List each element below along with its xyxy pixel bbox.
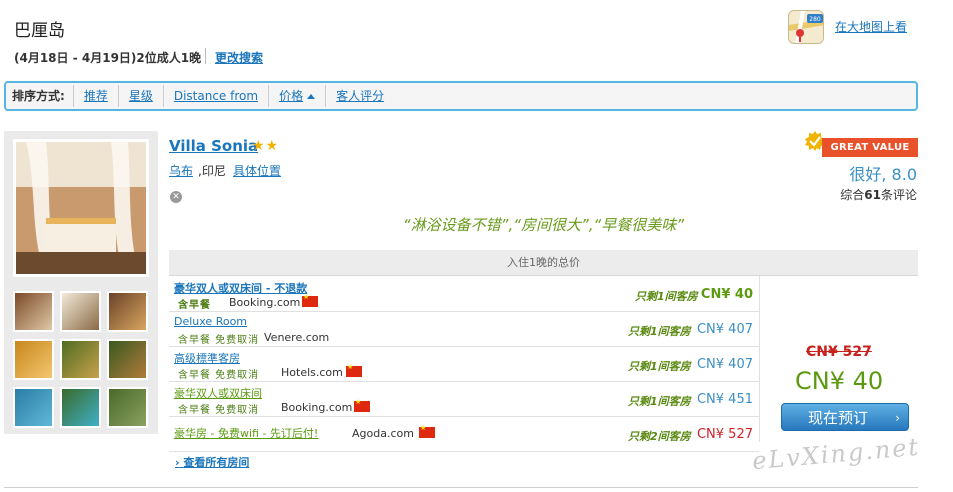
room-price[interactable]: CN¥ 527 xyxy=(697,427,753,442)
search-summary: (4月18日 - 4月19日)2位成人1晚 xyxy=(14,51,202,65)
exact-location-link[interactable]: 具体位置 xyxy=(233,162,281,179)
room-price[interactable]: CN¥ 407 xyxy=(697,322,753,337)
room-price[interactable]: CN¥ 40 xyxy=(701,287,753,302)
sort-stars[interactable]: 星级 xyxy=(129,89,153,103)
room-amenities: 含早餐 免费取消 xyxy=(178,405,260,416)
rooms-left-notice: 只剩1间客房 xyxy=(628,395,691,408)
china-flag-icon xyxy=(346,363,362,377)
rooms-left-notice: 只剩2间客房 xyxy=(628,430,691,443)
sort-ascending-icon xyxy=(307,94,316,99)
sort-guest-rating[interactable]: 客人评分 xyxy=(336,89,384,103)
thumbnail-photo[interactable] xyxy=(107,291,148,332)
room-amenities: 含早餐 免费取消 xyxy=(178,335,260,346)
booking-source: Venere.com xyxy=(264,331,330,344)
star-rating-icon: ★★ xyxy=(252,138,280,154)
thumbnail-photo[interactable] xyxy=(107,339,148,380)
room-price[interactable]: CN¥ 407 xyxy=(697,357,753,372)
room-name-link[interactable]: 豪华双人或双床间 xyxy=(174,385,262,401)
great-value-badge: GREAT VALUE xyxy=(822,138,918,157)
book-now-button[interactable]: 现在预订 › xyxy=(781,403,909,431)
hotel-country: ,印尼 xyxy=(198,164,226,178)
rooms-left-notice: 只剩1间客房 xyxy=(628,325,691,338)
thumbnail-photo[interactable] xyxy=(13,291,54,332)
view-all-rooms-link[interactable]: › 查看所有房间 xyxy=(175,454,249,470)
room-offer-row[interactable]: 高级標準客房 含早餐 免费取消 Hotels.com 只剩1间客房 CN¥ 40… xyxy=(169,347,759,382)
hotel-area-link[interactable]: 乌布 xyxy=(169,162,193,179)
booking-source: Booking.com xyxy=(281,401,353,414)
room-price[interactable]: CN¥ 451 xyxy=(697,392,753,407)
room-offer-row[interactable]: 豪华双人或双床间 - 不退款 含早餐 Booking.com 只剩1间客房 CN… xyxy=(169,277,759,312)
rooms-left-notice: 只剩1间客房 xyxy=(635,290,698,303)
thumbnail-photo[interactable] xyxy=(60,339,101,380)
room-name-link[interactable]: 豪华房 - 免费wifi - 先订后付! xyxy=(174,425,318,441)
sort-recommended[interactable]: 推荐 xyxy=(84,89,108,103)
rooms-table-header: 入住1晚的总价 xyxy=(169,250,918,276)
room-amenities: 含早餐 免费取消 xyxy=(178,370,260,381)
review-score: 很好, 8.0 xyxy=(849,165,917,184)
room-offer-row[interactable]: 豪华房 - 免费wifi - 先订后付! Agoda.com 只剩2间客房 CN… xyxy=(169,417,759,452)
dismiss-icon[interactable]: ✕ xyxy=(170,191,182,203)
thumbnail-photo[interactable] xyxy=(107,387,148,428)
thumbnail-photo[interactable] xyxy=(60,291,101,332)
china-flag-icon xyxy=(419,424,435,438)
booking-source: Booking.com xyxy=(229,296,301,309)
svg-text:280: 280 xyxy=(809,16,821,23)
big-map-link[interactable]: 在大地图上看 xyxy=(835,18,907,35)
map-icon[interactable]: 280 xyxy=(788,10,824,44)
sort-label: 排序方式: xyxy=(12,85,74,107)
sort-price[interactable]: 价格 xyxy=(279,89,303,103)
original-price: CN¥ 527 xyxy=(806,344,872,360)
thumbnail-photo[interactable] xyxy=(13,387,54,428)
review-quote: “淋浴设备不错”,“房间很大”,“早餐很美味” xyxy=(402,216,685,234)
room-name-link[interactable]: 豪华双人或双床间 - 不退款 xyxy=(174,280,307,296)
destination-title: 巴厘岛 xyxy=(14,21,65,41)
thumbnail-photo[interactable] xyxy=(13,339,54,380)
sort-distance[interactable]: Distance from xyxy=(174,89,258,103)
rooms-left-notice: 只剩1间客房 xyxy=(628,360,691,373)
china-flag-icon xyxy=(354,398,370,412)
bottom-divider xyxy=(4,487,918,488)
room-offer-row[interactable]: 豪华双人或双床间 含早餐 免费取消 Booking.com 只剩1间客房 CN¥… xyxy=(169,382,759,417)
hotel-name-link[interactable]: Villa Sonia xyxy=(169,137,258,155)
room-offer-row[interactable]: Deluxe Room 含早餐 免费取消 Venere.com 只剩1间客房 C… xyxy=(169,312,759,347)
booking-source: Hotels.com xyxy=(281,366,343,379)
room-amenities: 含早餐 xyxy=(178,300,211,311)
photo-panel xyxy=(4,131,158,434)
best-price: CN¥ 40 xyxy=(795,367,884,395)
thumbnail-photo[interactable] xyxy=(60,387,101,428)
booking-source: Agoda.com xyxy=(352,427,414,440)
room-name-link[interactable]: Deluxe Room xyxy=(174,315,247,328)
china-flag-icon xyxy=(302,293,318,307)
divider xyxy=(205,48,206,64)
review-count: 综合61条评论 xyxy=(840,188,917,202)
hotel-main-photo[interactable] xyxy=(13,139,149,277)
sort-bar: 排序方式: 推荐 星级 Distance from 价格 客人评分 xyxy=(4,81,918,111)
chevron-right-icon: › xyxy=(895,411,900,425)
room-name-link[interactable]: 高级標準客房 xyxy=(174,350,240,366)
modify-search-link[interactable]: 更改搜索 xyxy=(215,49,263,66)
